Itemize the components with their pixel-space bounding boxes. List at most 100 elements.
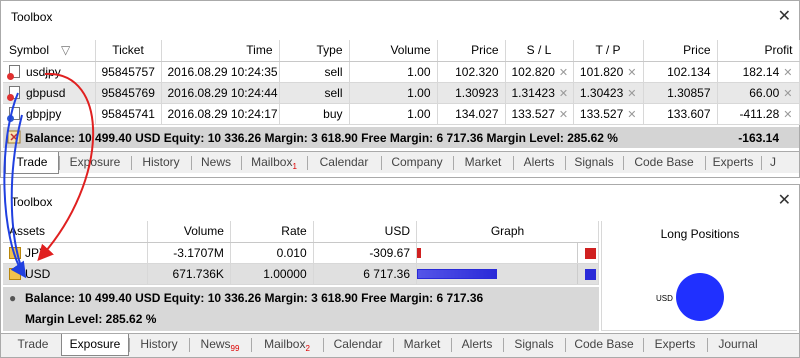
remove-tp-icon[interactable]: ✕ (627, 109, 636, 121)
tab-label: Alerts (461, 337, 493, 351)
close-icon[interactable]: ✕ (778, 190, 791, 210)
asset-name: USD (25, 266, 51, 281)
tab-label: Market (403, 337, 441, 351)
close-order-icon[interactable]: ✕ (783, 67, 792, 79)
toolbox-title: Toolbox (11, 10, 53, 24)
pie-slice-usd (676, 273, 724, 321)
order-row[interactable]: gbpusd 95845769 2016.08.29 10:24:44 sell 1.0… (3, 82, 800, 104)
tab-label: Company (391, 155, 443, 169)
tab-history[interactable]: History (129, 334, 189, 356)
col-sl[interactable]: S / L (505, 40, 574, 62)
tab-news[interactable]: News (191, 152, 241, 174)
tab-label: News (200, 155, 231, 169)
remove-tp-icon[interactable]: ✕ (627, 67, 636, 79)
ticket: 95845741 (95, 103, 162, 125)
asset-usd: 6 717.36 (313, 263, 418, 285)
tab-experts[interactable]: Experts (643, 334, 707, 356)
order-row[interactable]: usdjpy 95845757 2016.08.29 10:24:35 sell 1.0… (3, 61, 800, 83)
tab-code-base[interactable]: Code Base (565, 334, 643, 356)
tab-exposure[interactable]: Exposure (61, 334, 129, 356)
tab-experts[interactable]: Experts (705, 152, 761, 174)
remove-sl-icon[interactable]: ✕ (559, 88, 568, 100)
ticket: 95845757 (95, 61, 162, 83)
price: 102.320 (437, 61, 506, 83)
tab-label: Exposure (69, 337, 121, 351)
remove-sl-icon[interactable]: ✕ (559, 67, 568, 79)
tab-news[interactable]: News99 (189, 334, 251, 356)
symbol: usdjpy (26, 64, 61, 79)
tab-company[interactable]: Company (381, 152, 453, 174)
asset-rate: 1.00000 (230, 263, 314, 285)
exposure-table: Assets Volume Rate USD Graph JPY -3.1707M… (3, 221, 599, 285)
time: 2016.08.29 10:24:35 (161, 61, 280, 83)
toolbox-trade-panel: Toolbox ✕ Symbol ▽ Ticket Time Type Volum… (0, 0, 800, 178)
balance-row: Balance: 10 499.40 USD Equity: 10 336.26… (3, 127, 799, 148)
tab-signals[interactable]: Signals (565, 152, 623, 174)
order-icon (7, 64, 20, 80)
tab-calendar[interactable]: Calendar (307, 152, 381, 174)
tab-code-base[interactable]: Code Base (623, 152, 705, 174)
remove-tp-icon[interactable]: ✕ (627, 88, 636, 100)
tab-trade[interactable]: Trade (5, 152, 59, 174)
col-graph[interactable]: Graph (416, 221, 599, 243)
trade-header-row: Symbol ▽ Ticket Time Type Volume Price S … (3, 40, 800, 62)
bullet-icon: ● (9, 291, 17, 305)
current-price: 102.134 (643, 61, 718, 83)
ticket: 95845769 (95, 82, 162, 104)
col-current-price[interactable]: Price (643, 40, 718, 62)
order-dot (7, 114, 14, 122)
asset-row[interactable]: JPY -3.1707M 0.010 -309.67 (3, 242, 599, 264)
tab-alerts[interactable]: Alerts (513, 152, 565, 174)
tab-exposure[interactable]: Exposure (59, 152, 131, 174)
col-volume[interactable]: Volume (147, 221, 231, 243)
col-profit[interactable]: Profit (717, 40, 800, 62)
col-volume[interactable]: Volume (349, 40, 438, 62)
tab-mailbox[interactable]: Mailbox1 (241, 152, 307, 174)
toolbox-exposure-panel: Toolbox ✕ Assets Volume Rate USD Graph J… (0, 184, 800, 358)
asset-row[interactable]: USD 671.736K 1.00000 6 717.36 (3, 263, 599, 285)
remove-sl-icon[interactable]: ✕ (559, 109, 568, 121)
col-usd[interactable]: USD (313, 221, 418, 243)
tab-market[interactable]: Market (453, 152, 513, 174)
tab-label: Mailbox (264, 337, 306, 351)
col-symbol[interactable]: Symbol ▽ (3, 40, 96, 62)
take-profit: 101.820 (579, 64, 624, 79)
close-order-icon[interactable]: ✕ (783, 88, 792, 100)
col-tp[interactable]: T / P (573, 40, 644, 62)
tab-signals[interactable]: Signals (503, 334, 565, 356)
close-order-icon[interactable]: ✕ (783, 109, 792, 121)
tab-label: Journal (718, 337, 758, 351)
tab-label: Signals (514, 337, 554, 351)
tab-history[interactable]: History (131, 152, 191, 174)
balance-line-1: Balance: 10 499.40 USD Equity: 10 336.26… (25, 291, 484, 305)
tab-market[interactable]: Market (393, 334, 451, 356)
tab-mailbox[interactable]: Mailbox2 (251, 334, 323, 356)
asset-rate: 0.010 (230, 242, 314, 264)
tab-journal[interactable]: Journal (707, 334, 769, 356)
col-ticket[interactable]: Ticket (95, 40, 162, 62)
symbol: gbpjpy (26, 106, 62, 121)
col-rate[interactable]: Rate (230, 221, 314, 243)
tab-badge: 99 (230, 344, 240, 353)
exposure-bar (417, 247, 422, 258)
col-price[interactable]: Price (437, 40, 506, 62)
color-swatch (585, 268, 596, 280)
toolbox-title-bar-2: Toolbox ✕ (1, 185, 799, 215)
col-time[interactable]: Time (161, 40, 280, 62)
tab-calendar[interactable]: Calendar (323, 334, 393, 356)
tab-alerts[interactable]: Alerts (451, 334, 503, 356)
order-row[interactable]: gbpjpy 95845741 2016.08.29 10:24:17 buy 1.00… (3, 103, 800, 125)
close-icon[interactable]: ✕ (778, 6, 791, 26)
symbol: gbpusd (26, 85, 66, 100)
tab-label: Trade (16, 155, 48, 169)
tab-trade[interactable]: Trade (5, 334, 61, 356)
tab-label: Experts (654, 337, 696, 351)
tab-j[interactable]: J (761, 152, 785, 174)
col-type[interactable]: Type (279, 40, 350, 62)
asset-name: JPY (25, 245, 48, 260)
sort-icon[interactable]: ▽ (61, 43, 70, 57)
current-price: 1.30857 (643, 82, 718, 104)
tab-badge: 1 (292, 162, 297, 171)
take-profit: 133.527 (579, 106, 624, 121)
col-assets[interactable]: Assets (3, 221, 149, 243)
